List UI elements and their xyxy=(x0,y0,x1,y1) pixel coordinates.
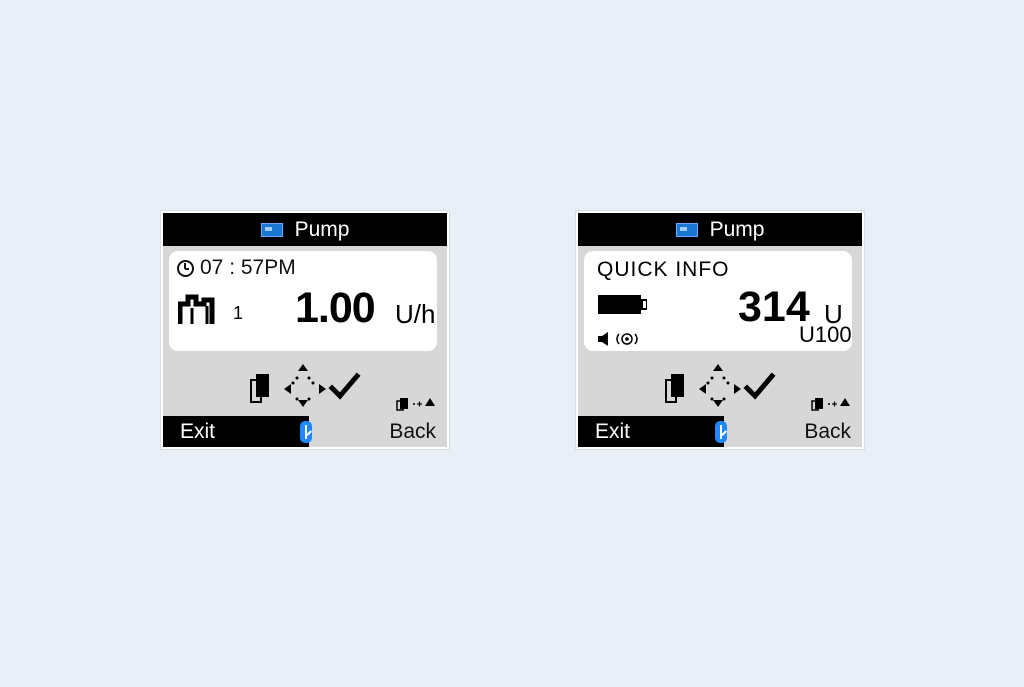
quick-info-panel: QUICK INFO 314 U U100 xyxy=(584,251,852,351)
pump-screen-quick-info: Pump QUICK INFO 314 U U100 Exit Back xyxy=(576,211,864,449)
back-soft-key[interactable]: Back xyxy=(389,420,436,444)
clock-time: 07 : 57PM xyxy=(200,256,296,279)
menu-indicator-icon xyxy=(396,398,435,411)
navigation-arrows-icon xyxy=(250,364,361,407)
quick-info-title: QUICK INFO xyxy=(597,258,730,281)
basal-rate-unit: U/h xyxy=(395,299,436,329)
title-bar: Pump xyxy=(578,213,862,246)
pump-icon xyxy=(260,222,283,237)
pump-icon xyxy=(675,222,698,237)
back-soft-key[interactable]: Back xyxy=(804,420,851,444)
bluetooth-icon xyxy=(715,421,727,443)
title-bar: Pump xyxy=(163,213,447,246)
clock-icon xyxy=(177,259,194,277)
basal-rate-value: 1.00 xyxy=(295,284,376,332)
bluetooth-icon xyxy=(300,421,312,443)
sound-vibration-icon xyxy=(598,332,638,346)
basal-profile-number: 1 xyxy=(233,303,244,323)
navigation-arrows-icon xyxy=(665,364,776,407)
pump-title: Pump xyxy=(294,217,350,241)
soft-key-bar: Exit Back xyxy=(578,416,862,447)
menu-indicator-icon xyxy=(811,398,850,411)
soft-key-bar: Exit Back xyxy=(163,416,447,447)
basal-profile-icon xyxy=(178,294,215,324)
pump-screen-basal: Pump 07 : 57PM 1 1.00 U/h Exit Back xyxy=(161,211,449,449)
pump-title: Pump xyxy=(709,217,765,241)
cartridge-type: U100 xyxy=(799,322,852,347)
exit-soft-key[interactable]: Exit xyxy=(595,420,630,444)
exit-soft-key[interactable]: Exit xyxy=(180,420,215,444)
battery-icon xyxy=(598,295,647,314)
basal-panel: 07 : 57PM 1 1.00 U/h xyxy=(169,251,437,351)
screen-body: 07 : 57PM 1 1.00 U/h xyxy=(163,246,447,416)
screen-body: QUICK INFO 314 U U100 xyxy=(578,246,862,416)
clock-display: 07 : 57PM xyxy=(177,256,296,280)
